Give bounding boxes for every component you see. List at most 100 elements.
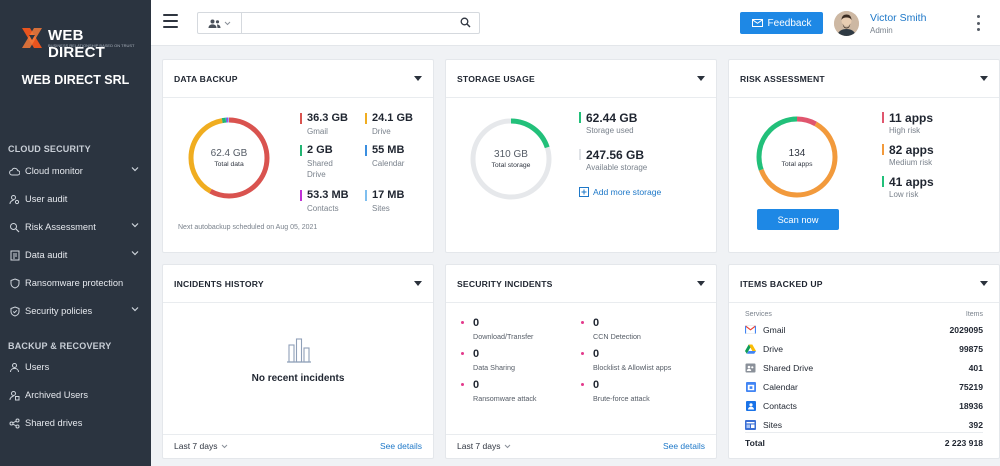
card-header: INCIDENTS HISTORY bbox=[163, 265, 433, 303]
menu-icon[interactable] bbox=[163, 14, 179, 30]
service-name: Calendar bbox=[763, 381, 798, 392]
add-more-storage-label: Add more storage bbox=[593, 187, 662, 197]
sidebar-item-users[interactable]: Users bbox=[0, 356, 151, 378]
stat-label: Available storage bbox=[586, 163, 648, 172]
service-count: 2029095 bbox=[949, 324, 983, 335]
avatar[interactable] bbox=[834, 11, 859, 36]
risk-assessment-card: RISK ASSESSMENT 134 Total apps Scan now … bbox=[728, 59, 1000, 253]
add-more-storage-link[interactable]: Add more storage bbox=[579, 187, 661, 197]
sidebar-item-label: User audit bbox=[25, 194, 68, 204]
stat-color-bar bbox=[882, 112, 884, 123]
user-audit-icon bbox=[9, 194, 20, 205]
sidebar-item-user-audit[interactable]: User audit bbox=[0, 188, 151, 210]
stat-color-bar bbox=[365, 113, 367, 124]
sidebar-item-label: Shared drives bbox=[25, 418, 83, 428]
shared-drive-icon bbox=[745, 362, 756, 373]
top-bar: Feedback Victor Smith Admin bbox=[151, 0, 1000, 46]
contacts-icon bbox=[745, 400, 756, 411]
archive-icon bbox=[9, 390, 20, 401]
stat-value: 36.3 GB bbox=[307, 112, 348, 124]
service-count: 401 bbox=[968, 362, 983, 373]
chevron-down-icon bbox=[505, 444, 511, 448]
incident-dot bbox=[461, 321, 464, 324]
autobackup-note: Next autobackup scheduled on Aug 05, 202… bbox=[178, 224, 318, 231]
incidents-history-card: INCIDENTS HISTORY No recent incidents La… bbox=[162, 264, 434, 459]
caret-down-icon[interactable] bbox=[697, 281, 705, 286]
caret-down-icon[interactable] bbox=[414, 76, 422, 81]
service-name: Drive bbox=[763, 343, 784, 354]
stat-label: Shared Drive bbox=[307, 159, 333, 179]
sidebar-item-label: Risk Assessment bbox=[25, 222, 96, 232]
sidebar-item-ransomware-protection[interactable]: Ransomware protection bbox=[0, 272, 151, 294]
incident-dot bbox=[461, 383, 464, 386]
table-row: Shared Drive 401 bbox=[745, 358, 983, 377]
caret-down-icon[interactable] bbox=[414, 281, 422, 286]
card-header: RISK ASSESSMENT bbox=[729, 60, 999, 98]
card-title: DATA BACKUP bbox=[174, 74, 238, 84]
search-icon[interactable] bbox=[460, 17, 471, 28]
total-storage-label: Total storage bbox=[491, 162, 531, 169]
chevron-down-icon bbox=[222, 444, 228, 448]
card-footer: Last 7 days See details bbox=[446, 434, 716, 458]
period-dropdown[interactable]: Last 7 days bbox=[457, 441, 511, 451]
see-details-link[interactable]: See details bbox=[663, 441, 705, 451]
sidebar-item-archived-users[interactable]: Archived Users bbox=[0, 384, 151, 406]
stat-value: 24.1 GB bbox=[372, 112, 413, 124]
sites-icon bbox=[745, 419, 756, 430]
sidebar-item-shared-drives[interactable]: Shared drives bbox=[0, 412, 151, 434]
period-dropdown[interactable]: Last 7 days bbox=[174, 441, 228, 451]
stat-label: Contacts bbox=[307, 204, 339, 213]
chevron-down-icon bbox=[131, 307, 139, 312]
sidebar-item-cloud-monitor[interactable]: Cloud monitor bbox=[0, 160, 151, 182]
users-icon bbox=[208, 19, 221, 28]
sidebar-item-security-policies[interactable]: Security policies bbox=[0, 300, 151, 322]
card-title: ITEMS BACKED UP bbox=[740, 279, 823, 289]
caret-down-icon[interactable] bbox=[980, 76, 988, 81]
share-icon bbox=[9, 418, 20, 429]
chevron-down-icon bbox=[131, 223, 139, 228]
sidebar-section-cloud-security: CLOUD SECURITY bbox=[8, 144, 91, 154]
stat-color-bar bbox=[300, 145, 302, 156]
brand-logo[interactable]: WEB DIRECT BUSINESS RELATIONSHIP BASED O… bbox=[20, 26, 134, 61]
feedback-label: Feedback bbox=[767, 17, 812, 29]
service-count: 99875 bbox=[959, 343, 983, 354]
stat-value: 41 apps bbox=[889, 175, 934, 189]
card-header: SECURITY INCIDENTS bbox=[446, 265, 716, 303]
sidebar-item-risk-assessment[interactable]: Risk Assessment bbox=[0, 216, 151, 238]
feedback-button[interactable]: Feedback bbox=[740, 12, 823, 34]
stat-color-bar bbox=[365, 145, 367, 156]
storage-usage-card: STORAGE USAGE 310 GB Total storage 62.44… bbox=[445, 59, 717, 253]
caret-down-icon[interactable] bbox=[697, 76, 705, 81]
sidebar-item-data-audit[interactable]: Data audit bbox=[0, 244, 151, 266]
stat-label: Storage used bbox=[586, 126, 634, 135]
chevron-down-icon bbox=[131, 251, 139, 256]
more-options-icon[interactable] bbox=[976, 15, 980, 31]
see-details-link[interactable]: See details bbox=[380, 441, 422, 451]
stat-color-bar bbox=[300, 113, 302, 124]
table-row: Calendar 75219 bbox=[745, 377, 983, 396]
sidebar-item-label: Ransomware protection bbox=[25, 278, 124, 288]
stat-value: 55 MB bbox=[372, 144, 405, 156]
drive-icon bbox=[745, 343, 756, 354]
table-row: Drive 99875 bbox=[745, 339, 983, 358]
stat-value: 11 apps bbox=[889, 111, 934, 125]
stat-label: Medium risk bbox=[889, 158, 933, 167]
stat-label: Drive bbox=[372, 127, 391, 136]
search-input[interactable] bbox=[243, 13, 453, 33]
scan-now-button[interactable]: Scan now bbox=[757, 209, 839, 230]
search-scope-dropdown[interactable] bbox=[198, 13, 242, 33]
service-count: 18936 bbox=[959, 400, 983, 411]
calendar-icon bbox=[745, 381, 756, 392]
caret-down-icon[interactable] bbox=[980, 281, 988, 286]
card-header: ITEMS BACKED UP bbox=[729, 265, 999, 303]
column-services: Services bbox=[745, 311, 772, 318]
total-data-value: 62.4 GB bbox=[210, 148, 248, 159]
stat-value: 62.44 GB bbox=[586, 111, 638, 125]
logo-tagline: BUSINESS RELATIONSHIP BASED ON TRUST bbox=[48, 43, 135, 48]
sidebar-section-backup-recovery: BACKUP & RECOVERY bbox=[8, 341, 112, 351]
incident-label: Blocklist & Allowlist apps bbox=[593, 363, 672, 372]
user-name[interactable]: Victor Smith bbox=[870, 12, 926, 24]
gmail-icon bbox=[745, 324, 756, 335]
table-row: Gmail 2029095 bbox=[745, 320, 983, 339]
stat-value: 17 MB bbox=[372, 189, 405, 201]
